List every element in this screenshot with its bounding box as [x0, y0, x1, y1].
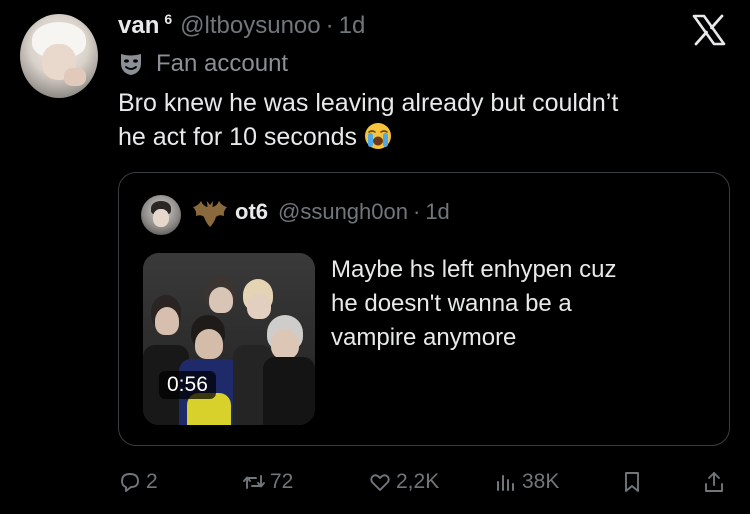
heart-icon	[370, 474, 390, 491]
views-button[interactable]: 38K	[494, 466, 559, 498]
retweet-button[interactable]: 72	[242, 466, 293, 498]
video-thumbnail[interactable]: 0:56	[143, 253, 315, 425]
action-bar: 2 72 2,2K 38K	[118, 466, 730, 498]
author-badge: 6	[164, 11, 173, 27]
quoted-author-avatar[interactable]	[141, 195, 181, 235]
retweet-icon	[243, 475, 265, 489]
quoted-author-name[interactable]: ot6	[235, 199, 268, 225]
views-icon	[497, 475, 514, 491]
tweet-header: van 6 @ltboysunoo · 1d	[118, 11, 366, 44]
tweet-text-line: Bro knew he was leaving already but coul…	[118, 89, 619, 117]
author-name[interactable]: van	[118, 12, 159, 40]
retweet-count: 72	[270, 470, 294, 493]
quoted-separator: ·	[412, 199, 421, 224]
bookmark-button[interactable]	[620, 466, 644, 498]
share-button[interactable]	[702, 466, 726, 498]
quoted-author-handle[interactable]: @ssungh0on	[278, 199, 408, 225]
mask-icon	[121, 54, 141, 75]
views-count: 38K	[522, 470, 560, 493]
author-avatar[interactable]	[20, 14, 98, 98]
quoted-header: ot6 @ssungh0on · 1d	[235, 199, 450, 225]
quoted-tweet-card[interactable]: ot6 @ssungh0on · 1d 0:56 Maybe hs left e…	[118, 172, 730, 446]
video-duration: 0:56	[159, 371, 216, 399]
share-icon	[705, 472, 723, 492]
x-logo-icon	[692, 14, 726, 46]
reply-button[interactable]: 2	[118, 466, 158, 498]
tweet-text-line: he act for 10 seconds	[118, 120, 718, 154]
quoted-text-line: vampire anymore	[331, 324, 517, 351]
quoted-timestamp[interactable]: 1d	[425, 199, 449, 225]
bat-icon	[193, 201, 227, 227]
like-button[interactable]: 2,2K	[368, 466, 439, 498]
loudly-crying-face-icon	[365, 123, 392, 149]
quoted-text-line: he doesn't wanna be a	[331, 290, 572, 317]
fan-account-label: Fan account	[118, 50, 288, 78]
tweet-text: Bro knew he was leaving already but coul…	[118, 86, 718, 154]
tweet-timestamp[interactable]: 1d	[339, 12, 366, 40]
author-handle[interactable]: @ltboysunoo	[180, 12, 320, 40]
reply-icon	[121, 473, 139, 492]
quoted-text: Maybe hs left enhypen cuz he doesn't wan…	[331, 253, 711, 355]
header-separator: ·	[325, 12, 334, 39]
quoted-text-line: Maybe hs left enhypen cuz	[331, 256, 617, 283]
like-count: 2,2K	[396, 470, 440, 493]
bookmark-icon	[625, 472, 639, 492]
reply-count: 2	[146, 470, 158, 493]
